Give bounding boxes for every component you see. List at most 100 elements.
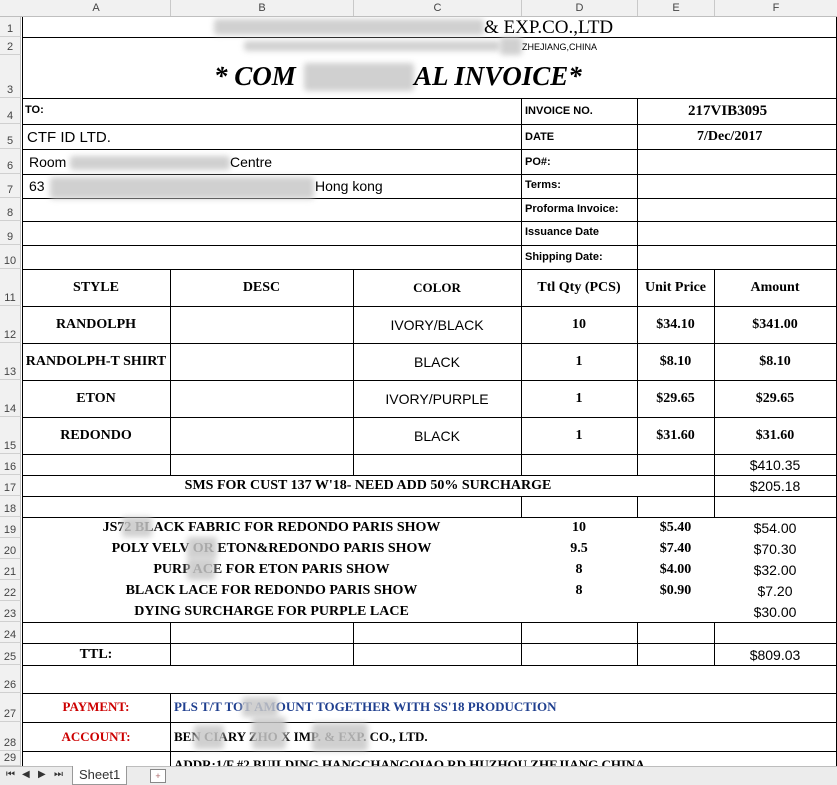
column-header-d[interactable]: D [522,0,638,16]
buyer-street: 63 [29,178,45,194]
header-style: STYLE [73,280,119,295]
extra-desc: PURP ACE FOR ETON PARIS SHOW [153,562,390,577]
row-header[interactable]: 1 [0,17,21,37]
sheet-tab[interactable]: Sheet1 [72,766,128,785]
redacted-text [50,177,314,199]
redacted-text [194,725,224,749]
row-header[interactable]: 4 [0,98,21,124]
next-sheet-icon[interactable]: ▶ [38,769,46,780]
issuance-label: Issuance Date [525,226,599,238]
rule [22,245,837,246]
row-header[interactable]: 26 [0,665,21,693]
redacted-text [214,19,484,35]
row-header[interactable]: 3 [0,55,21,98]
item-price: $34.10 [656,317,695,332]
prev-sheet-icon[interactable]: ◀ [22,769,30,780]
row-header[interactable]: 18 [0,496,21,517]
invoice-title-start: * COM [214,61,296,91]
surcharge-note: SMS FOR CUST 137 W'18- NEED ADD 50% SURC… [184,478,552,493]
last-sheet-icon[interactable]: ⏭ [54,769,63,780]
column-header-f[interactable]: F [715,0,837,16]
redacted-text [244,41,500,51]
rule [22,98,837,99]
row-header[interactable]: 14 [0,380,21,417]
redacted-text [312,723,368,751]
row-header[interactable]: 12 [0,306,21,343]
row-header[interactable]: 10 [0,245,21,269]
redacted-text [122,517,152,537]
extra-amount: $32.00 [753,562,797,578]
company-address: ZHEJIANG,CHINA [522,42,598,52]
item-color: BLACK [414,354,460,370]
column-header-bar: A B C D E F [0,0,837,17]
buyer-city: Hong kong [315,178,383,194]
ttl-label: TTL: [79,647,113,662]
payment-text: PLS T/T TOT AMOUNT TOGETHER WITH SS'18 P… [174,699,557,714]
date-value: 7/Dec/2017 [697,129,763,144]
column-header-c[interactable]: C [354,0,522,16]
rule [22,751,837,752]
first-sheet-icon[interactable]: ⏮ [6,769,15,780]
extra-price: $5.40 [659,520,692,535]
extra-price: $7.40 [659,541,692,556]
row-header[interactable]: 20 [0,538,21,559]
row-header[interactable]: 11 [0,269,21,306]
spreadsheet-grid[interactable]: & EXP.CO.,LTD ZHEJIANG,CHINA * COM AL IN… [22,17,837,766]
item-color: BLACK [414,428,460,444]
redacted-text [252,717,286,749]
column-header-e[interactable]: E [638,0,715,16]
rule [22,149,837,150]
redacted-text [187,537,217,559]
header-unit-price: Unit Price [644,280,707,295]
row-header[interactable]: 8 [0,198,21,221]
rule [22,693,837,694]
row-header[interactable]: 24 [0,622,21,643]
rule [353,269,354,475]
row-header[interactable]: 7 [0,174,21,198]
account-label: ACCOUNT: [61,729,131,744]
extra-qty: 8 [575,583,583,598]
rule [170,693,171,766]
row-header[interactable]: 17 [0,475,21,496]
row-header[interactable]: 9 [0,221,21,245]
row-header[interactable]: 27 [0,693,21,722]
row-header[interactable]: 23 [0,601,21,622]
rule [521,496,522,517]
row-header[interactable]: 2 [0,37,21,55]
redacted-text [304,63,414,91]
column-header-a[interactable]: A [22,0,171,16]
rule [22,37,837,38]
row-header[interactable]: 6 [0,149,21,174]
row-header[interactable]: 19 [0,517,21,538]
redacted-text [70,156,230,170]
buyer-room-tail: Centre [230,154,273,170]
item-style: REDONDO [60,428,132,443]
item-price: $31.60 [656,428,695,443]
row-header[interactable]: 21 [0,559,21,580]
extra-qty: 10 [572,520,586,535]
payment-label: PAYMENT: [62,699,130,714]
row-header[interactable]: 5 [0,124,21,149]
address-partial: ADDR:1/F #2 BUILDING HANGCHANGQIAO RD HU… [174,757,645,766]
row-header[interactable]: 15 [0,417,21,454]
row-header[interactable]: 25 [0,643,21,665]
row-header[interactable]: 13 [0,343,21,380]
extra-amount: $70.30 [753,541,797,557]
row-header[interactable]: 28 [0,722,21,751]
item-qty: 1 [575,354,583,369]
item-amount: $8.10 [759,354,791,369]
buyer-room: Room [29,154,67,170]
rule [637,269,638,475]
row-header[interactable]: 16 [0,454,21,475]
column-header-b[interactable]: B [171,0,354,16]
header-desc: DESC [242,280,281,295]
item-style: ETON [76,391,116,406]
extra-price: $0.90 [659,583,692,598]
rule [22,174,837,175]
row-header[interactable]: 29 [0,751,21,766]
insert-sheet-icon[interactable]: + [150,769,166,783]
redacted-text [242,697,278,717]
rule [22,722,837,723]
row-header[interactable]: 22 [0,580,21,601]
company-name: & EXP.CO.,LTD [484,17,614,38]
